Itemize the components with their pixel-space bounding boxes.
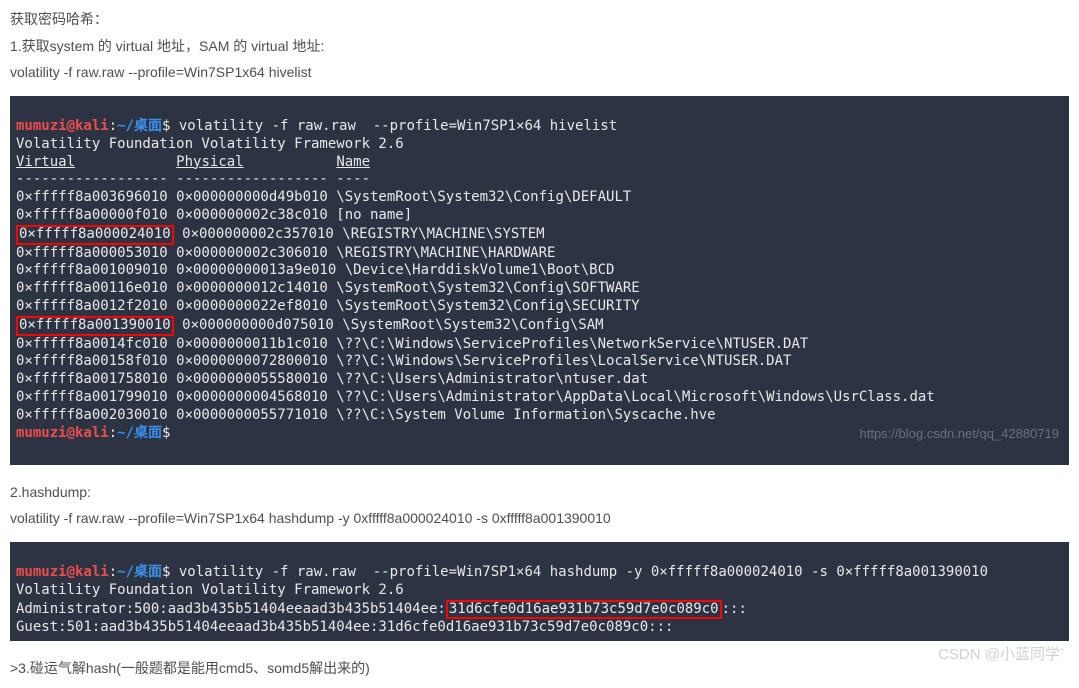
- terminal-hashdump: mumuzi@kali:~/桌面$ volatility -f raw.raw …: [10, 542, 1069, 641]
- prompt-dollar: $: [162, 425, 179, 441]
- command-hivelist: volatility -f raw.raw --profile=Win7SP1×…: [179, 118, 617, 134]
- col-physical: Physical: [176, 154, 243, 170]
- prompt-user: mumuzi@kali: [16, 564, 109, 580]
- hive-row: 0×fffff8a001758010 0×0000000055580010 \?…: [16, 371, 648, 387]
- hive-row-system: 0×fffff8a000024010: [19, 226, 171, 242]
- hive-row: 0×fffff8a003696010 0×000000000d49b010 \S…: [16, 189, 631, 205]
- hive-row: 0×000000000d075010 \SystemRoot\System32\…: [174, 317, 604, 333]
- hive-row: 0×fffff8a002030010 0×0000000055771010 \?…: [16, 407, 716, 423]
- csdn-watermark: CSDN @小蓝同学`: [938, 641, 1065, 670]
- hash-line-guest: Guest:501:aad3b435b51404eeaad3b435b51404…: [16, 619, 673, 635]
- prompt-dollar: $: [162, 564, 179, 580]
- intro-step3: >3.碰运气解hash(一般题都是能用cmd5、somd5解出来的): [10, 655, 1069, 682]
- hive-row: 0×fffff8a0012f2010 0×0000000022ef8010 \S…: [16, 298, 640, 314]
- hive-row: 0×fffff8a001799010 0×0000000004568010 \?…: [16, 389, 935, 405]
- intro-cmd2: volatility -f raw.raw --profile=Win7SP1x…: [10, 505, 1069, 532]
- prompt-user: mumuzi@kali: [16, 118, 109, 134]
- intro-title: 获取密码哈希：: [10, 6, 1069, 33]
- hash-line-admin-pre: Administrator:500:aad3b435b51404eeaad3b4…: [16, 601, 446, 617]
- hive-row: 0×000000002c357010 \REGISTRY\MACHINE\SYS…: [174, 226, 545, 242]
- hive-row: 0×fffff8a00116e010 0×0000000012c14010 \S…: [16, 280, 640, 296]
- command-hashdump: volatility -f raw.raw --profile=Win7SP1×…: [179, 564, 988, 580]
- col-virtual: Virtual: [16, 154, 75, 170]
- hive-row: 0×fffff8a00000f010 0×000000002c38c010 [n…: [16, 207, 412, 223]
- intro-step2: 2.hashdump:: [10, 479, 1069, 506]
- col-name: Name: [336, 154, 370, 170]
- terminal-hivelist: mumuzi@kali:~/桌面$ volatility -f raw.raw …: [10, 96, 1069, 465]
- prompt-path: ~/桌面: [117, 118, 162, 134]
- hive-row-sam: 0×fffff8a001390010: [19, 317, 171, 333]
- prompt-sep: :: [109, 118, 117, 134]
- hash-value: 31d6cfe0d16ae931b73c59d7e0c089c0: [449, 601, 719, 617]
- prompt-sep: :: [109, 564, 117, 580]
- prompt-dollar: $: [162, 118, 179, 134]
- banner: Volatility Foundation Volatility Framewo…: [16, 136, 404, 152]
- prompt-path: ~/桌面: [117, 425, 162, 441]
- hash-line-admin-post: :::: [722, 601, 747, 617]
- intro-cmd1: volatility -f raw.raw --profile=Win7SP1x…: [10, 59, 1069, 86]
- intro-step1: 1.获取system 的 virtual 地址，SAM 的 virtual 地址…: [10, 33, 1069, 60]
- hive-row: 0×fffff8a001009010 0×00000000013a9e010 \…: [16, 262, 614, 278]
- hive-row: 0×fffff8a000053010 0×000000002c306010 \R…: [16, 245, 555, 261]
- blog-watermark: https://blog.csdn.net/qq_42880719: [860, 426, 1060, 443]
- prompt-user: mumuzi@kali: [16, 425, 109, 441]
- hive-row: 0×fffff8a00158f010 0×0000000072800010 \?…: [16, 353, 791, 369]
- hive-row: 0×fffff8a0014fc010 0×0000000011b1c010 \?…: [16, 336, 808, 352]
- banner: Volatility Foundation Volatility Framewo…: [16, 582, 404, 598]
- prompt-path: ~/桌面: [117, 564, 162, 580]
- prompt-sep: :: [109, 425, 117, 441]
